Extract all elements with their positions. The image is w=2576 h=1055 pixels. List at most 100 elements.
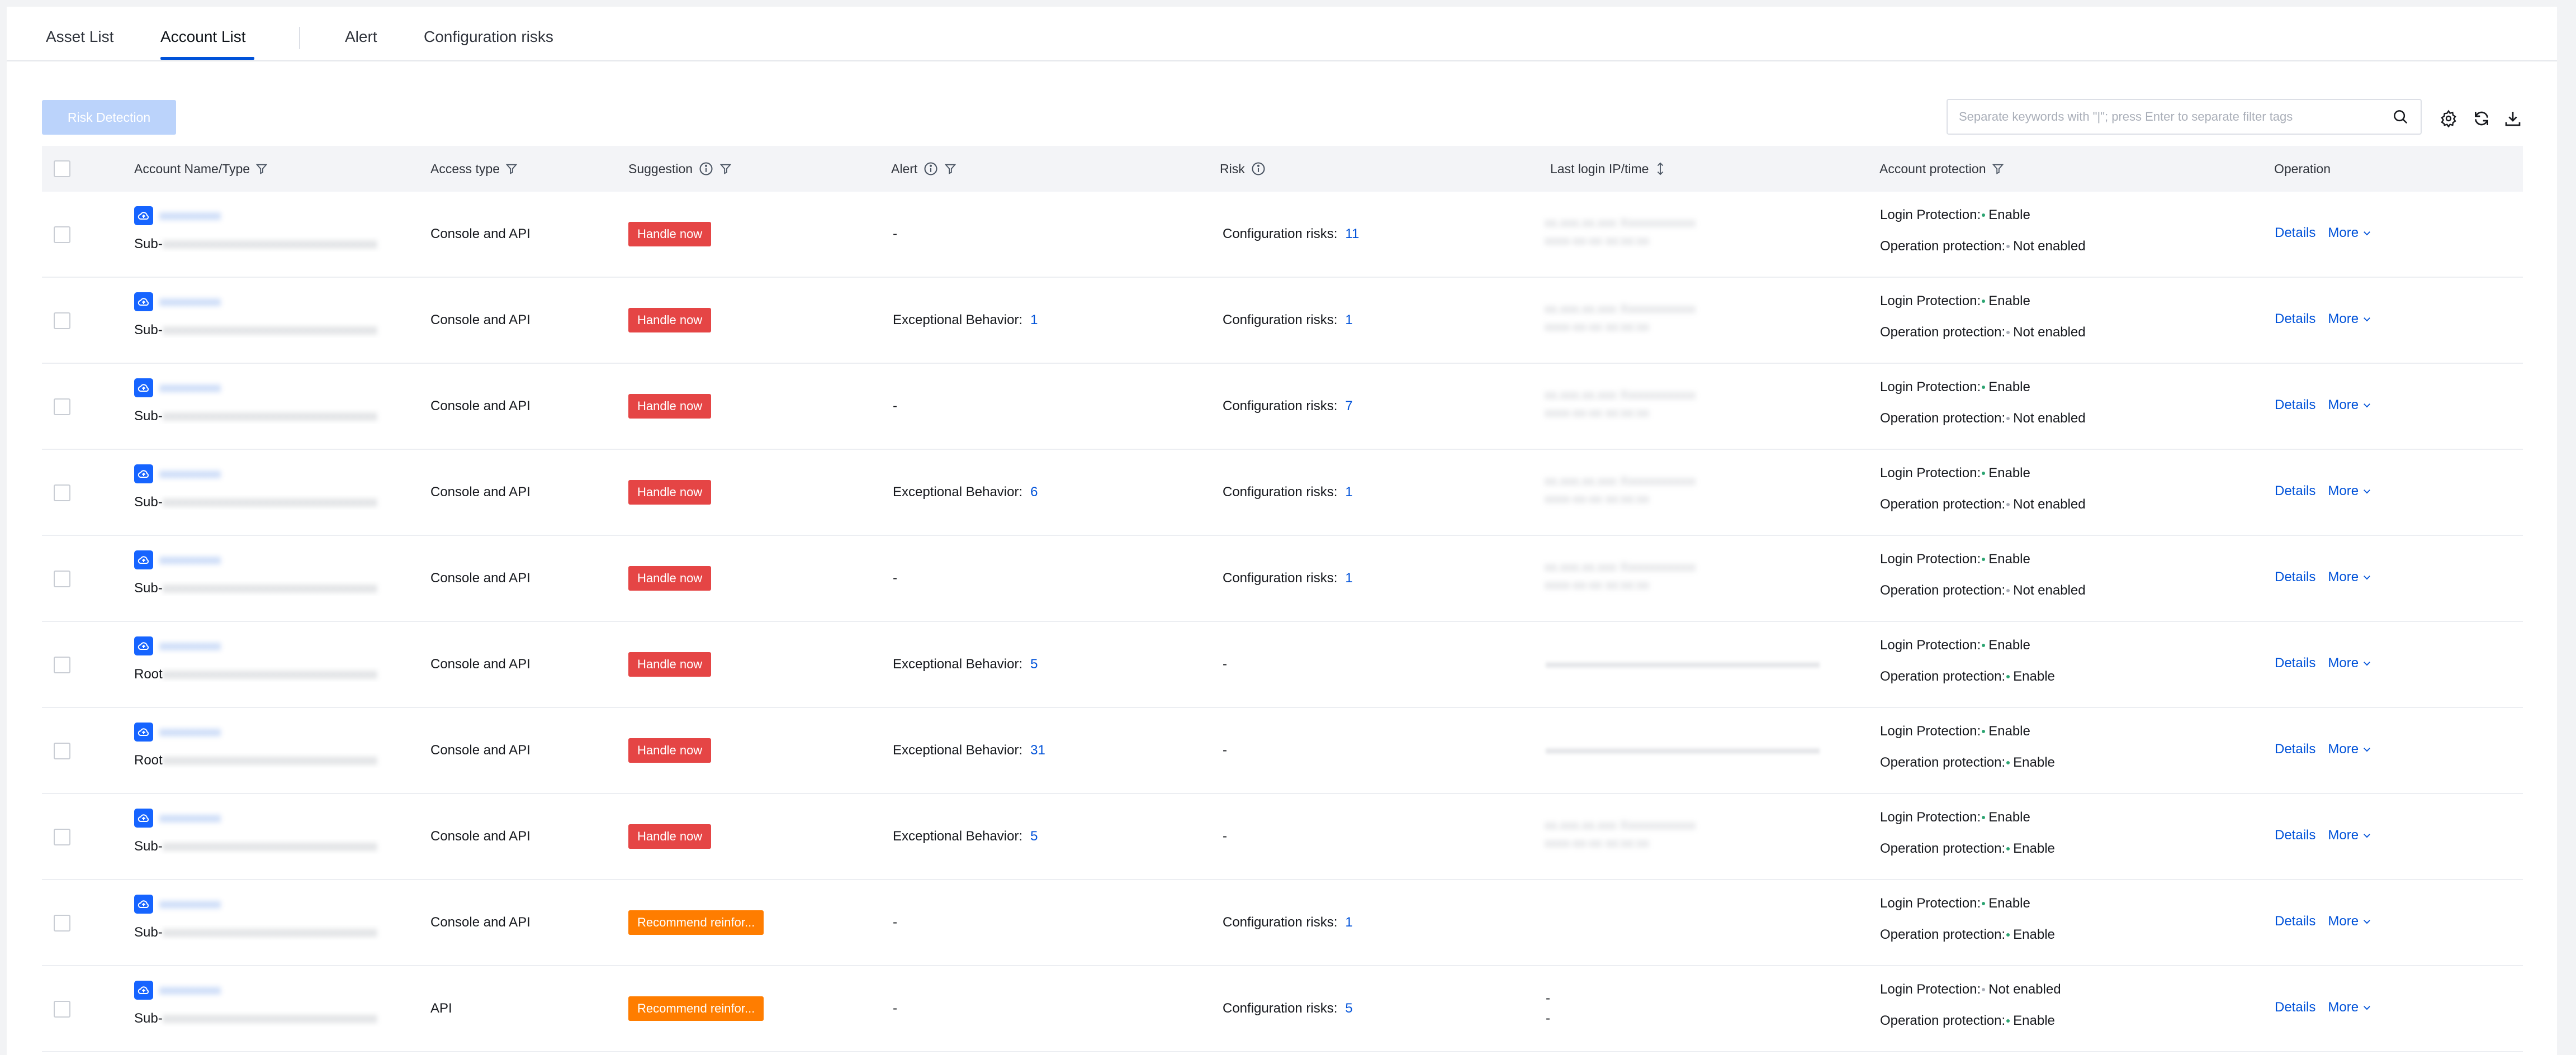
risk-count-link[interactable]: 7 xyxy=(1345,398,1352,414)
details-link[interactable]: Details xyxy=(2275,225,2315,241)
suggestion-tag[interactable]: Handle now xyxy=(628,738,712,763)
account-type: Sub-xxxxxxxxxxxxxxxxxxxxxxxxxxxxxxxx xyxy=(134,408,377,424)
row-checkbox[interactable] xyxy=(54,829,70,845)
risk-count-link[interactable]: 1 xyxy=(1345,484,1352,500)
suggestion-tag[interactable]: Handle now xyxy=(628,222,712,246)
more-dropdown[interactable]: More xyxy=(2328,569,2372,585)
alert-cell: - xyxy=(893,226,897,241)
row-checkbox[interactable] xyxy=(54,1001,70,1018)
account-name-redacted[interactable]: xxxxxxxxxx xyxy=(159,897,221,911)
row-checkbox[interactable] xyxy=(54,312,70,329)
access-type: Console and API xyxy=(430,484,531,500)
info-icon[interactable] xyxy=(698,161,714,177)
account-type: Sub-xxxxxxxxxxxxxxxxxxxxxxxxxxxxxxxx xyxy=(134,236,377,251)
row-checkbox[interactable] xyxy=(54,743,70,759)
details-link[interactable]: Details xyxy=(2275,655,2315,671)
suggestion-tag[interactable]: Handle now xyxy=(628,566,712,591)
status-dot-icon xyxy=(1982,988,1986,991)
row-checkbox[interactable] xyxy=(54,657,70,673)
table-row: xxxxxxxxxx Sub-xxxxxxxxxxxxxxxxxxxxxxxxx… xyxy=(42,794,2523,880)
account-name-redacted[interactable]: xxxxxxxxxx xyxy=(159,553,221,567)
more-dropdown[interactable]: More xyxy=(2328,397,2372,413)
details-link[interactable]: Details xyxy=(2275,914,2315,929)
info-icon[interactable] xyxy=(1251,161,1266,177)
download-icon[interactable] xyxy=(2503,108,2523,129)
suggestion-tag[interactable]: Handle now xyxy=(628,308,712,332)
suggestion-tag[interactable]: Handle now xyxy=(628,394,712,419)
tab-asset-list[interactable]: Asset List xyxy=(46,28,113,46)
status-dot-icon xyxy=(1982,386,1986,389)
info-icon[interactable] xyxy=(923,161,939,177)
table-row: xxxxxxxxxx Sub-xxxxxxxxxxxxxxxxxxxxxxxxx… xyxy=(42,364,2523,450)
search-input[interactable] xyxy=(1948,100,2389,134)
row-checkbox[interactable] xyxy=(54,398,70,415)
filter-icon[interactable] xyxy=(944,163,956,175)
account-name-redacted[interactable]: xxxxxxxxxx xyxy=(159,208,221,223)
more-dropdown[interactable]: More xyxy=(2328,1000,2372,1015)
filter-icon[interactable] xyxy=(1992,163,2004,175)
alert-count-link[interactable]: 31 xyxy=(1030,743,1045,758)
row-checkbox[interactable] xyxy=(54,226,70,243)
suggestion-tag[interactable]: Recommend reinfor... xyxy=(628,910,764,935)
account-name-redacted[interactable]: xxxxxxxxxx xyxy=(159,467,221,481)
suggestion-tag[interactable]: Recommend reinfor... xyxy=(628,996,764,1021)
account-name-redacted[interactable]: xxxxxxxxxx xyxy=(159,983,221,997)
more-dropdown[interactable]: More xyxy=(2328,742,2372,757)
access-type: Console and API xyxy=(430,657,531,672)
account-type: Rootxxxxxxxxxxxxxxxxxxxxxxxxxxxxxxxx xyxy=(134,753,377,768)
row-checkbox[interactable] xyxy=(54,915,70,932)
details-link[interactable]: Details xyxy=(2275,483,2315,499)
search-icon[interactable] xyxy=(2389,106,2412,128)
more-dropdown[interactable]: More xyxy=(2328,655,2372,671)
filter-icon[interactable] xyxy=(505,163,518,175)
suggestion-tag[interactable]: Handle now xyxy=(628,652,712,677)
login-redacted: xx.xxx.xx.xxx Xxxxxxxxxxxx xxxx-xx-xx xx:… xyxy=(1545,560,1696,592)
settings-gear-icon[interactable] xyxy=(2438,108,2459,129)
risk-count-link[interactable]: 1 xyxy=(1345,571,1352,586)
col-risk: Risk xyxy=(1220,146,1266,192)
tab-alert[interactable]: Alert xyxy=(345,28,377,46)
alert-count-link[interactable]: 1 xyxy=(1030,312,1038,328)
alert-cell: Exceptional Behavior: 5 xyxy=(893,829,1038,844)
search-box[interactable] xyxy=(1947,99,2422,135)
more-dropdown[interactable]: More xyxy=(2328,914,2372,929)
risk-detection-button[interactable]: Risk Detection xyxy=(42,100,176,135)
details-link[interactable]: Details xyxy=(2275,1000,2315,1015)
risk-count-link[interactable]: 5 xyxy=(1345,1001,1352,1016)
row-checkbox[interactable] xyxy=(54,571,70,587)
more-dropdown[interactable]: More xyxy=(2328,828,2372,843)
operation-protection: Operation protection: Enable xyxy=(1880,927,2055,942)
tab-account-list[interactable]: Account List xyxy=(160,28,246,46)
sort-icon[interactable] xyxy=(1654,161,1666,176)
details-link[interactable]: Details xyxy=(2275,569,2315,585)
risk-count-link[interactable]: 1 xyxy=(1345,915,1352,930)
filter-icon[interactable] xyxy=(719,163,732,175)
details-link[interactable]: Details xyxy=(2275,742,2315,757)
account-name-redacted[interactable]: xxxxxxxxxx xyxy=(159,811,221,825)
risk-count-link[interactable]: 1 xyxy=(1345,312,1352,328)
refresh-icon[interactable] xyxy=(2471,108,2492,129)
details-link[interactable]: Details xyxy=(2275,828,2315,843)
select-all-checkbox[interactable] xyxy=(54,160,70,177)
account-name-redacted[interactable]: xxxxxxxxxx xyxy=(159,381,221,395)
more-dropdown[interactable]: More xyxy=(2328,483,2372,499)
more-dropdown[interactable]: More xyxy=(2328,311,2372,327)
account-name-redacted[interactable]: xxxxxxxxxx xyxy=(159,725,221,739)
alert-count-link[interactable]: 6 xyxy=(1030,484,1038,500)
details-link[interactable]: Details xyxy=(2275,311,2315,327)
alert-count-link[interactable]: 5 xyxy=(1030,829,1038,844)
account-name-redacted[interactable]: xxxxxxxxxx xyxy=(159,639,221,653)
risk-count-link[interactable]: 11 xyxy=(1345,226,1359,242)
details-link[interactable]: Details xyxy=(2275,397,2315,413)
suggestion-tag[interactable]: Handle now xyxy=(628,824,712,849)
row-checkbox[interactable] xyxy=(54,484,70,501)
account-name-redacted[interactable]: xxxxxxxxxx xyxy=(159,294,221,309)
more-dropdown[interactable]: More xyxy=(2328,225,2372,241)
access-type: Console and API xyxy=(430,398,531,414)
active-tab-indicator xyxy=(160,57,254,60)
tab-configuration-risks[interactable]: Configuration risks xyxy=(424,28,553,46)
suggestion-tag[interactable]: Handle now xyxy=(628,480,712,505)
risk-cell: - xyxy=(1223,829,1227,844)
alert-count-link[interactable]: 5 xyxy=(1030,657,1038,672)
filter-icon[interactable] xyxy=(255,163,268,175)
